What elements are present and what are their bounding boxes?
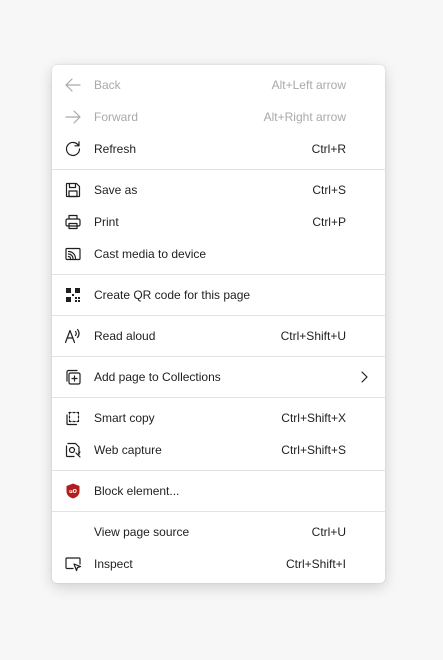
menu-item-label: Web capture: [94, 443, 162, 457]
menu-item-view-source[interactable]: View page source Ctrl+U: [52, 516, 385, 548]
qr-code-icon: [64, 286, 82, 304]
menu-item-shortcut: Ctrl+Shift+U: [280, 329, 346, 343]
menu-item-label: Read aloud: [94, 329, 156, 343]
menu-item-label: Block element...: [94, 484, 180, 498]
menu-item-shortcut: Ctrl+P: [312, 215, 346, 229]
menu-item-inspect[interactable]: Inspect Ctrl+Shift+I: [52, 548, 385, 580]
printer-icon: [64, 213, 82, 231]
cast-icon: [64, 245, 82, 263]
menu-item-shortcut: Ctrl+R: [311, 142, 346, 156]
menu-item-label: Refresh: [94, 142, 137, 156]
menu-item-label: View page source: [94, 525, 190, 539]
menu-item-qr-code[interactable]: Create QR code for this page: [52, 279, 385, 311]
separator: [52, 397, 385, 398]
menu-item-block-element[interactable]: uO Block element...: [52, 475, 385, 507]
separator: [52, 169, 385, 170]
menu-item-shortcut: Ctrl+Shift+X: [281, 411, 346, 425]
menu-item-shortcut: Alt+Right arrow: [263, 110, 346, 124]
menu-item-refresh[interactable]: Refresh Ctrl+R: [52, 133, 385, 165]
separator: [52, 470, 385, 471]
menu-item-label: Add page to Collections: [94, 370, 221, 384]
menu-item-shortcut: Ctrl+U: [311, 525, 346, 539]
menu-item-label: Create QR code for this page: [94, 288, 251, 302]
chevron-right-icon: [359, 369, 369, 385]
separator: [52, 315, 385, 316]
menu-item-web-capture[interactable]: Web capture Ctrl+Shift+S: [52, 434, 385, 466]
menu-item-label: Inspect: [94, 557, 133, 571]
menu-item-label: Forward: [94, 110, 139, 124]
separator: [52, 274, 385, 275]
menu-item-read-aloud[interactable]: Read aloud Ctrl+Shift+U: [52, 320, 385, 352]
context-menu: Back Alt+Left arrow Forward Alt+Right ar…: [52, 65, 385, 583]
menu-item-label: Cast media to device: [94, 247, 207, 261]
smart-copy-icon: [64, 409, 82, 427]
refresh-icon: [64, 140, 82, 158]
menu-item-back: Back Alt+Left arrow: [52, 69, 385, 101]
save-icon: [64, 181, 82, 199]
ublock-shield-icon: uO: [64, 482, 82, 500]
menu-item-label: Print: [94, 215, 119, 229]
read-aloud-icon: [64, 327, 82, 345]
menu-item-shortcut: Ctrl+Shift+S: [281, 443, 346, 457]
menu-item-shortcut: Ctrl+S: [312, 183, 346, 197]
menu-item-print[interactable]: Print Ctrl+P: [52, 206, 385, 238]
separator: [52, 356, 385, 357]
menu-item-save-as[interactable]: Save as Ctrl+S: [52, 174, 385, 206]
menu-item-smart-copy[interactable]: Smart copy Ctrl+Shift+X: [52, 402, 385, 434]
collections-icon: [64, 368, 82, 386]
inspect-icon: [64, 555, 82, 573]
menu-item-shortcut: Alt+Left arrow: [271, 78, 346, 92]
separator: [52, 511, 385, 512]
menu-item-cast[interactable]: Cast media to device: [52, 238, 385, 270]
web-capture-icon: [64, 441, 82, 459]
menu-item-forward: Forward Alt+Right arrow: [52, 101, 385, 133]
svg-text:uO: uO: [69, 489, 77, 495]
menu-item-label: Back: [94, 78, 121, 92]
menu-item-add-to-collections[interactable]: Add page to Collections: [52, 361, 385, 393]
menu-item-label: Smart copy: [94, 411, 155, 425]
arrow-left-icon: [64, 76, 82, 94]
menu-item-shortcut: Ctrl+Shift+I: [285, 557, 346, 571]
menu-item-label: Save as: [94, 183, 138, 197]
arrow-right-icon: [64, 108, 82, 126]
